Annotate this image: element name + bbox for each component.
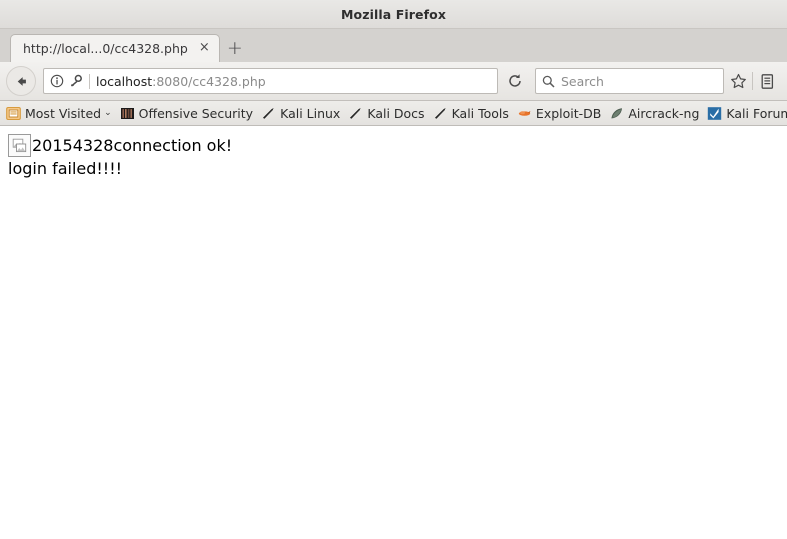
bookmarks-toolbar: Most Visited ⌄ Offensive Security Kali L…: [0, 101, 787, 126]
exploit-db-icon: [518, 110, 531, 116]
kali-icon: [350, 107, 361, 119]
search-placeholder: Search: [561, 73, 604, 89]
bookmark-label: Offensive Security: [138, 105, 254, 121]
bookmark-aircrack-ng[interactable]: Aircrack-ng: [605, 103, 703, 123]
url-separator: [89, 73, 90, 89]
bookmark-button[interactable]: [724, 67, 752, 95]
url-text: localhost:8080/cc4328.php: [96, 74, 495, 89]
bookmark-label: Kali Tools: [451, 105, 509, 121]
chevron-down-icon: ⌄: [104, 108, 112, 118]
navigation-toolbar: localhost:8080/cc4328.php Search: [0, 62, 787, 101]
close-icon[interactable]: ×: [197, 41, 212, 56]
search-input[interactable]: Search: [535, 68, 724, 94]
bookmark-label: Kali Docs: [367, 105, 425, 121]
key-icon[interactable]: [69, 74, 83, 88]
broken-image-icon: [8, 134, 31, 157]
bookmark-kali-forums[interactable]: Kali Forums: [703, 103, 787, 123]
bookmark-label: Aircrack-ng: [628, 105, 700, 121]
aircrack-icon: [611, 107, 623, 118]
url-path: :8080/cc4328.php: [152, 73, 266, 89]
window-title: Mozilla Firefox: [341, 6, 446, 22]
kali-icon: [434, 107, 446, 119]
offensive-security-icon: [120, 107, 134, 119]
tab-title: http://local...0/cc4328.php: [23, 41, 188, 56]
most-visited-icon: [6, 106, 21, 120]
page-line-2: login failed!!!!: [8, 159, 123, 178]
bookmark-label: Most Visited: [25, 105, 102, 121]
star-icon: [730, 73, 746, 88]
tab-strip: http://local...0/cc4328.php × +: [0, 29, 787, 62]
bookmark-label: Kali Forums: [726, 105, 787, 121]
back-arrow-icon: [17, 76, 26, 86]
new-tab-button[interactable]: +: [220, 34, 250, 62]
url-identity-block: [50, 74, 83, 88]
library-icon: [761, 73, 773, 89]
page-line-1: 20154328connection ok!: [8, 134, 779, 157]
reload-icon: [509, 74, 521, 87]
bookmark-kali-tools[interactable]: Kali Tools: [429, 103, 513, 123]
browser-tab[interactable]: http://local...0/cc4328.php ×: [10, 34, 220, 62]
reload-button[interactable]: [502, 68, 528, 94]
bookmark-offensive-security[interactable]: Offensive Security: [116, 103, 257, 123]
url-bar[interactable]: localhost:8080/cc4328.php: [43, 68, 498, 94]
page-content: 20154328connection ok! login failed!!!!: [0, 126, 787, 539]
bookmark-most-visited[interactable]: Most Visited ⌄: [2, 103, 116, 123]
bookmark-exploit-db[interactable]: Exploit-DB: [513, 103, 605, 123]
bookmark-label: Exploit-DB: [535, 105, 602, 121]
url-host: localhost: [96, 73, 153, 89]
firefox-window: Mozilla Firefox http://local...0/cc4328.…: [0, 0, 787, 539]
bookmark-kali-linux[interactable]: Kali Linux: [257, 103, 344, 123]
kali-forums-icon: [708, 106, 722, 120]
search-icon: [542, 75, 555, 88]
broken-image-glyph: [12, 138, 27, 153]
back-button[interactable]: [6, 66, 36, 96]
kali-icon: [263, 107, 274, 119]
info-icon[interactable]: [50, 74, 64, 88]
library-button[interactable]: [753, 67, 781, 95]
bookmark-label: Kali Linux: [280, 105, 341, 121]
bookmark-kali-docs[interactable]: Kali Docs: [344, 103, 428, 123]
page-text-line-1: 20154328connection ok!: [32, 136, 233, 155]
title-bar: Mozilla Firefox: [0, 0, 787, 29]
